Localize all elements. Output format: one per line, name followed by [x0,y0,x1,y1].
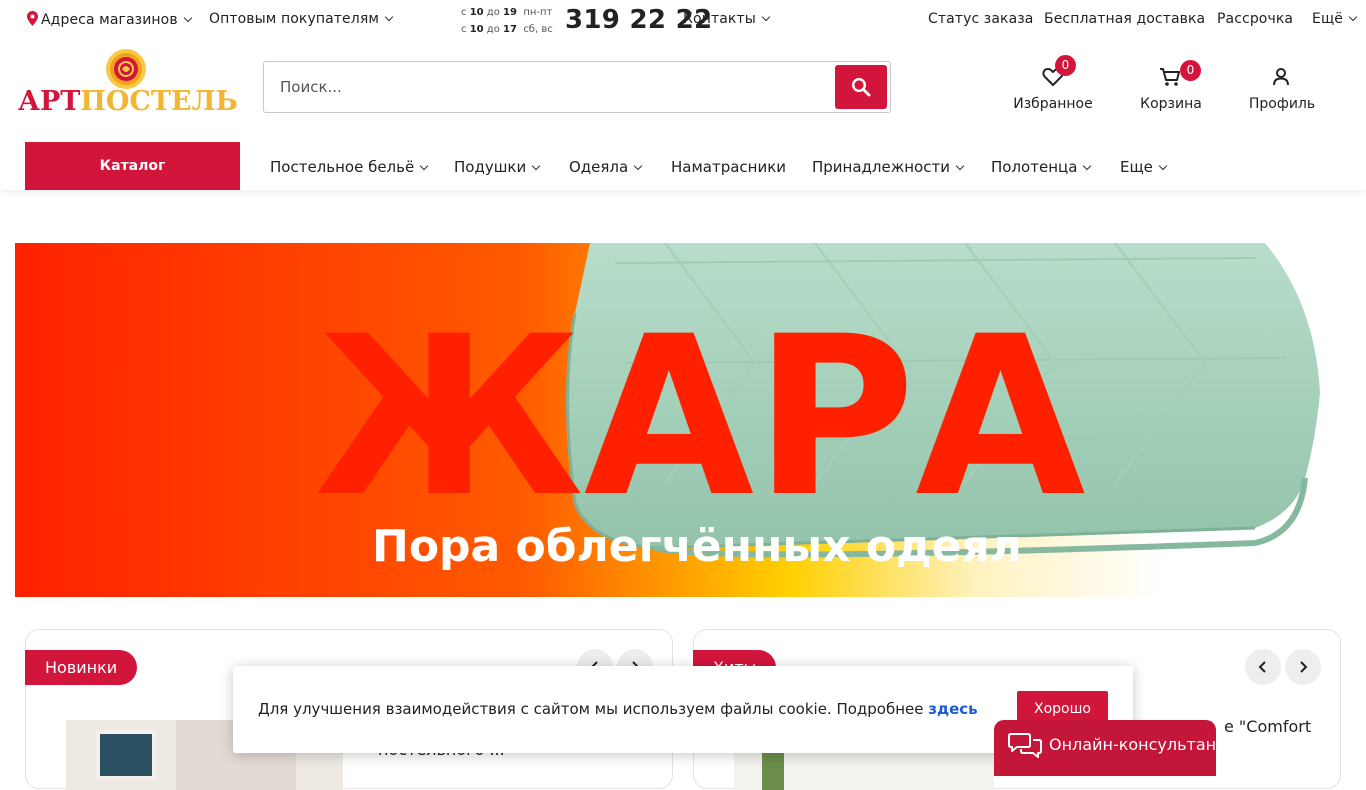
search-icon [851,77,871,97]
nav-item-accessories[interactable]: Принадлежности [812,158,965,176]
site-logo[interactable]: АРТПОСТЕЛЬ [18,48,238,118]
cart-label: Корзина [1140,96,1202,112]
favorites-label: Избранное [1013,96,1093,112]
top-bar: Адреса магазинов Оптовым покупателям с 1… [0,0,1366,40]
stores-label: Адреса магазинов [41,12,178,28]
search-box [263,61,891,113]
search-input[interactable] [264,62,824,112]
cookie-text-wrap: Для улучшения взаимодействия с сайтом мы… [258,700,978,718]
cart-count-badge: 0 [1180,60,1201,81]
profile-label: Профиль [1248,96,1316,112]
chevron-down-icon [955,161,965,171]
product-title[interactable]: е "Comfort [1224,717,1311,736]
catalog-button[interactable]: Каталог [25,142,240,190]
chevron-down-icon [761,12,771,22]
favorites-button[interactable]: 0 Избранное [1012,55,1094,112]
logo-text: АРТПОСТЕЛЬ [18,86,238,117]
chevron-down-icon [419,161,429,171]
online-consultant-label: Онлайн-консультант [1049,735,1226,754]
more-label: Ещё [1312,11,1343,27]
nav-item-blankets[interactable]: Одеяла [569,158,643,176]
main-navigation: Каталог Постельное бельё Подушки Одеяла … [0,142,1366,190]
hours-weekend: с 10 до 17 сб, вс [461,24,553,35]
contacts-label: Контакты [683,11,756,27]
user-icon [1273,68,1289,86]
order-status-link[interactable]: Статус заказа [928,11,1033,27]
nav-item-mattress-toppers[interactable]: Наматрасники [671,158,786,176]
chevron-down-icon [384,12,394,22]
banner-image: ЖАРА Пора облегчённых одеял [15,243,1351,597]
installment-link[interactable]: Рассрочка [1217,11,1293,27]
chevron-down-icon [1158,161,1168,171]
location-pin-icon [27,11,38,26]
chevron-left-icon [1258,661,1266,673]
stores-link[interactable]: Адреса магазинов [27,11,192,28]
chevron-down-icon [532,161,541,171]
chevron-down-icon [1083,161,1092,171]
cart-icon [1160,68,1180,86]
banner-subline: Пора облегчённых одеял [372,521,1022,572]
nav-item-bedding[interactable]: Постельное бельё [270,158,429,176]
wholesale-label: Оптовым покупателям [209,11,380,27]
cart-button[interactable]: 0 Корзина [1139,60,1203,112]
hits-prev-button[interactable] [1245,649,1281,685]
more-link[interactable]: Ещё [1312,11,1358,27]
banner-headline: ЖАРА [314,289,1085,545]
new-products-tag: Новинки [25,650,138,685]
free-delivery-link[interactable]: Бесплатная доставка [1044,11,1205,27]
chevron-down-icon [183,13,192,23]
profile-button[interactable]: Профиль [1247,60,1317,112]
chat-bubbles-icon [1008,733,1042,758]
cookie-text: Для улучшения взаимодействия с сайтом мы… [258,700,924,718]
chevron-down-icon [1348,12,1358,22]
nav-item-pillows[interactable]: Подушки [454,158,541,176]
hits-next-button[interactable] [1285,649,1321,685]
working-hours: с 10 до 19 пн-пт с 10 до 17 сб, вс [461,4,553,38]
contacts-link[interactable]: Контакты [683,11,771,27]
nav-item-towels[interactable]: Полотенца [991,158,1092,176]
wholesale-link[interactable]: Оптовым покупателям [209,11,394,27]
search-button[interactable] [835,65,887,109]
chevron-right-icon [1300,661,1308,673]
hours-weekdays: с 10 до 19 пн-пт [461,7,553,18]
promo-banner[interactable]: ЖАРА Пора облегчённых одеял [15,243,1351,597]
picture-frame-image [96,730,156,780]
nav-item-more[interactable]: Еще [1120,158,1168,176]
favorites-count-badge: 0 [1055,55,1076,76]
cookie-more-link[interactable]: здесь [928,700,977,718]
chevron-down-icon [633,161,643,171]
